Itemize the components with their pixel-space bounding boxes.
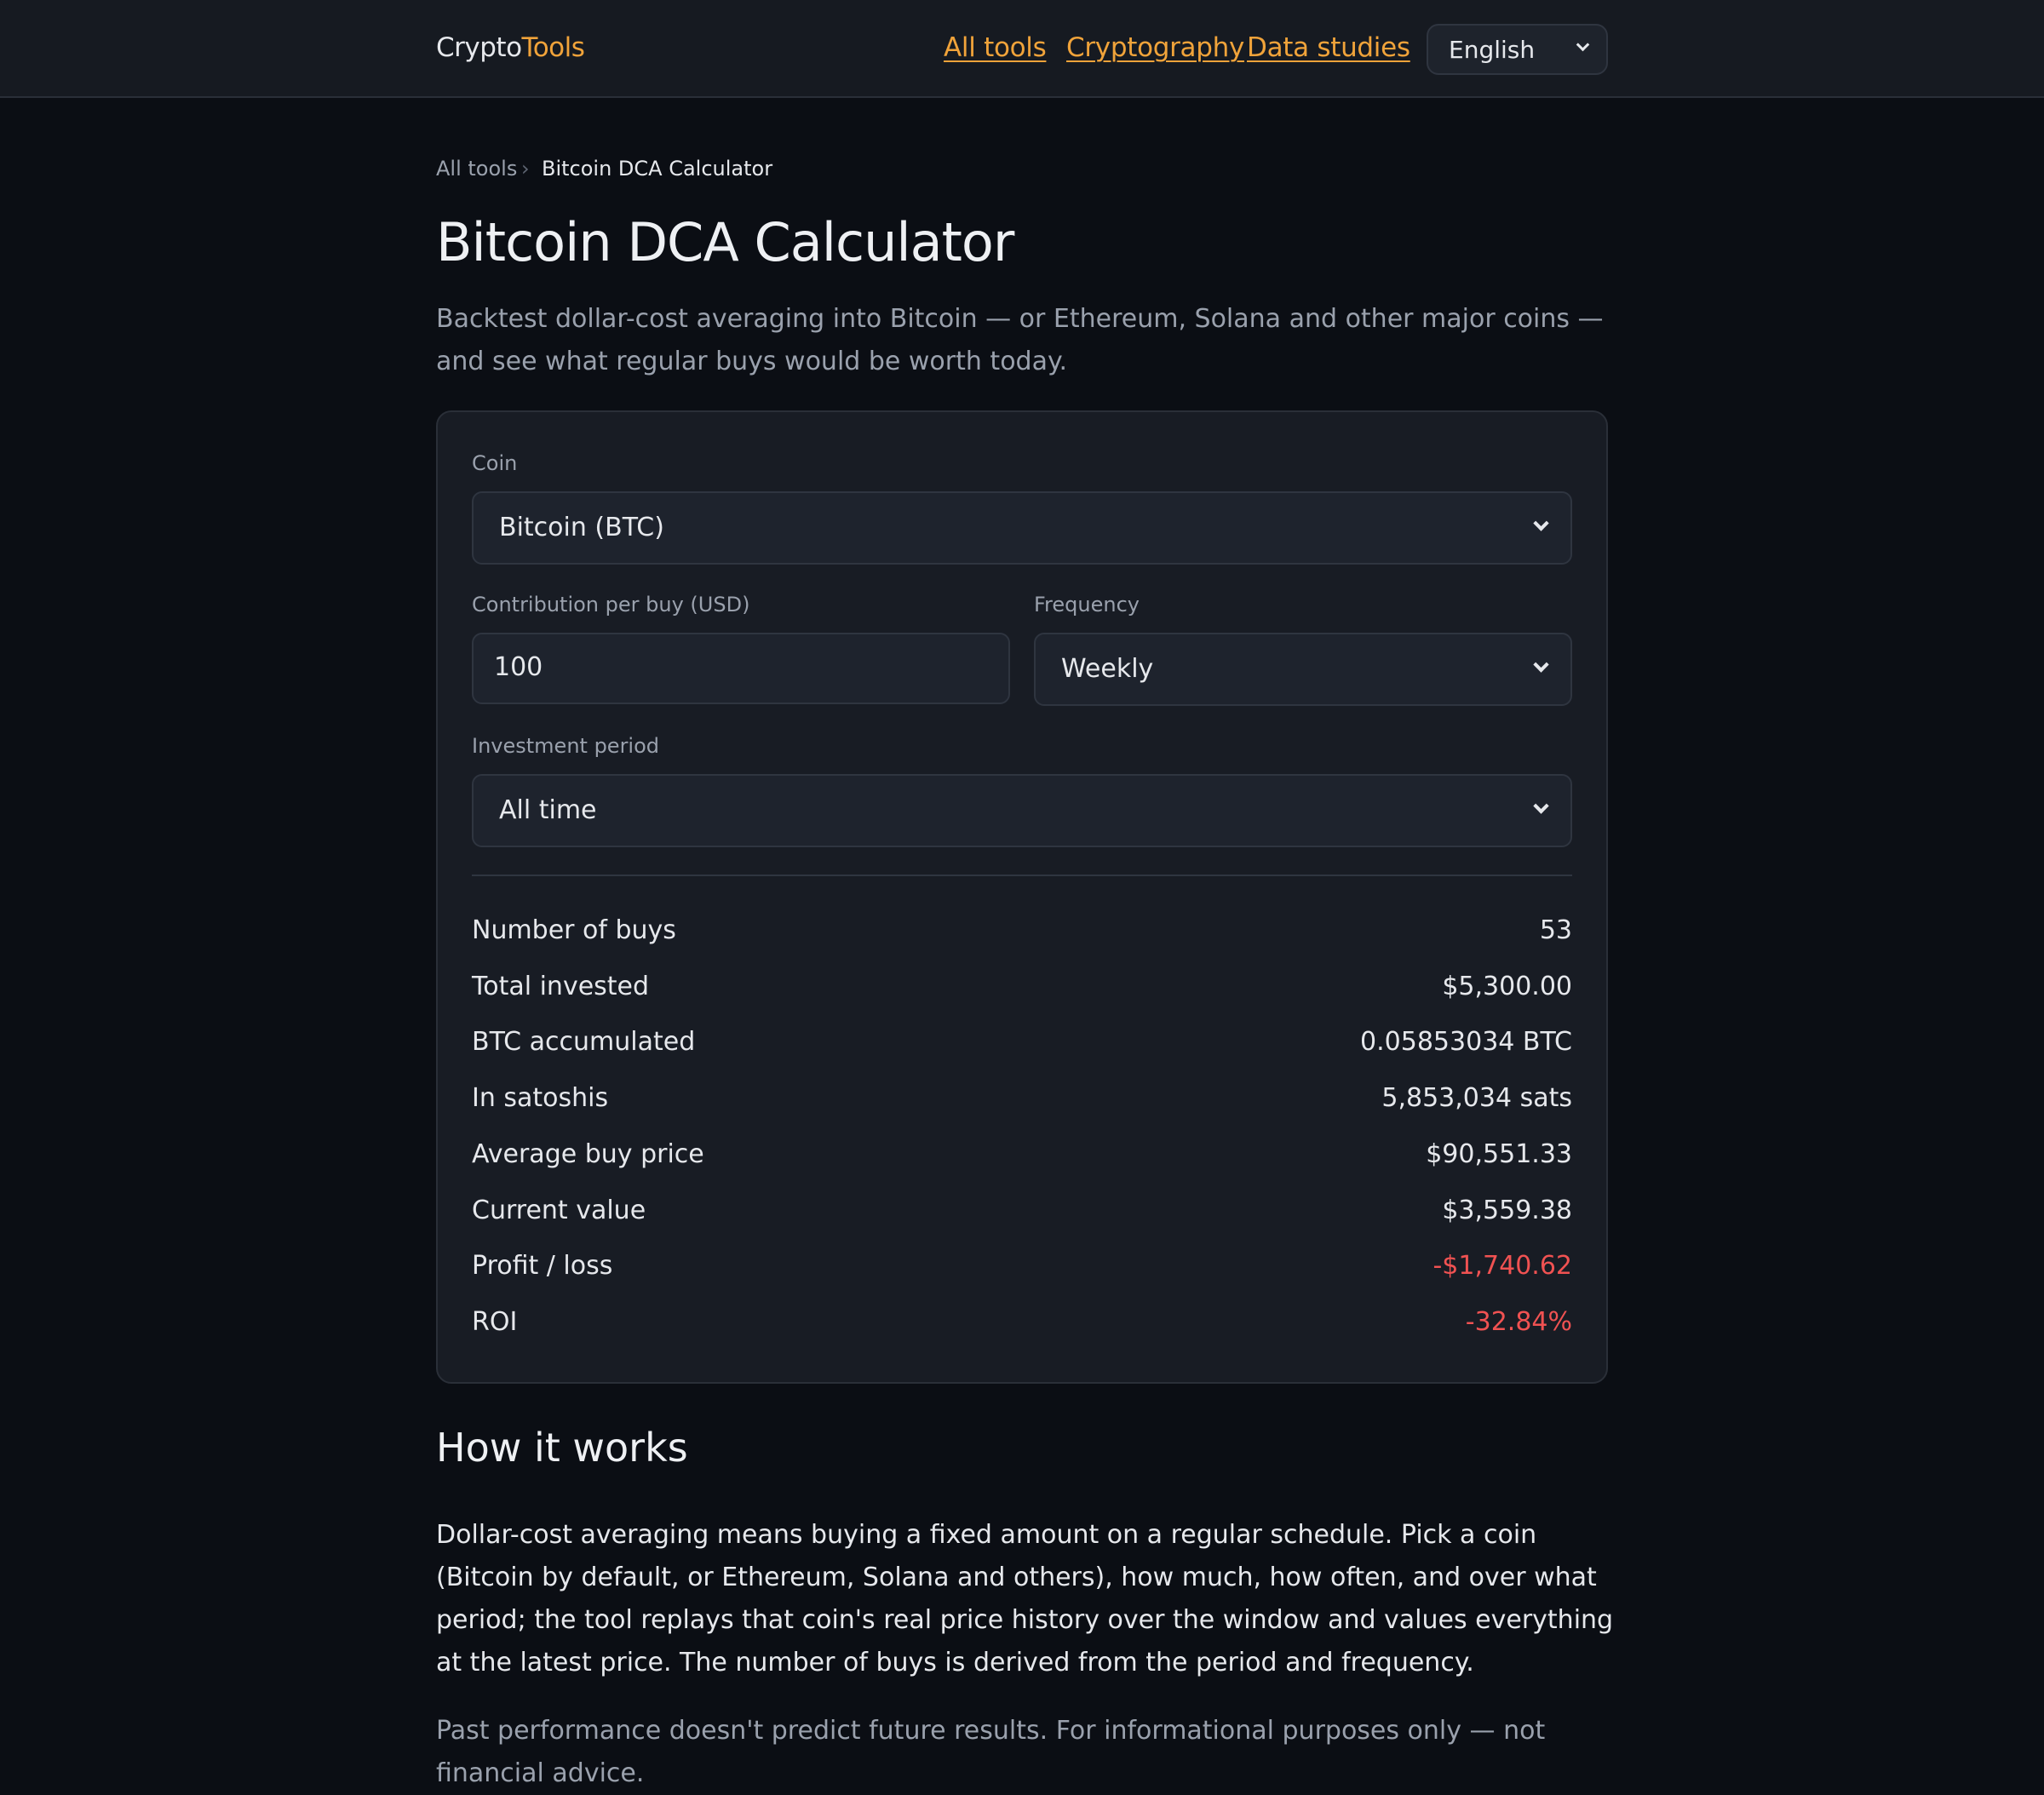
result-value: 0.05853034 BTC — [1360, 1027, 1572, 1057]
top-navbar: CryptoTools All tools Cryptography Data … — [0, 0, 2044, 98]
result-row: In satoshis 5,853,034 sats — [472, 1080, 1572, 1117]
period-select-value: All time — [499, 795, 597, 825]
result-row: Number of buys 53 — [472, 912, 1572, 949]
result-value: 5,853,034 sats — [1381, 1083, 1572, 1113]
frequency-select-value: Weekly — [1061, 654, 1154, 684]
result-value: $3,559.38 — [1442, 1196, 1572, 1225]
disclaimer-text: Past performance doesn't predict future … — [436, 1716, 1546, 1788]
result-label: Current value — [472, 1196, 646, 1225]
brand-text-tools: Tools — [521, 32, 585, 63]
coin-label: Coin — [472, 451, 518, 475]
calculator-card: Coin Bitcoin (BTC) Contribution per buy … — [436, 410, 1608, 1384]
result-value: -$1,740.62 — [1433, 1251, 1572, 1281]
result-value: -32.84% — [1465, 1307, 1572, 1337]
coin-select-value: Bitcoin (BTC) — [499, 513, 664, 542]
result-label: ROI — [472, 1307, 518, 1337]
page-title: Bitcoin DCA Calculator — [436, 211, 1014, 273]
frequency-label: Frequency — [1034, 593, 1140, 616]
chevron-down-icon — [1533, 515, 1549, 531]
result-row: ROI -32.84% — [472, 1304, 1572, 1341]
result-label: Average buy price — [472, 1139, 704, 1169]
result-row: Total invested $5,300.00 — [472, 968, 1572, 1006]
result-value: $90,551.33 — [1426, 1139, 1572, 1169]
chevron-down-icon — [1576, 37, 1590, 52]
breadcrumb-separator-icon: › — [521, 157, 530, 181]
nav-link-cryptography[interactable]: Cryptography — [1066, 31, 1244, 65]
how-it-works-heading: How it works — [436, 1425, 688, 1471]
language-select[interactable]: English — [1427, 24, 1608, 75]
result-label: Profit / loss — [472, 1251, 613, 1281]
period-label: Investment period — [472, 734, 660, 758]
result-row: BTC accumulated 0.05853034 BTC — [472, 1024, 1572, 1061]
breadcrumb-all-tools[interactable]: All tools — [436, 155, 517, 182]
results-divider — [472, 875, 1572, 876]
result-row: Average buy price $90,551.33 — [472, 1136, 1572, 1173]
result-row: Profit / loss -$1,740.62 — [472, 1247, 1572, 1285]
breadcrumb-current: Bitcoin DCA Calculator — [542, 157, 773, 181]
result-label: Number of buys — [472, 915, 676, 945]
result-label: In satoshis — [472, 1083, 609, 1113]
page-lead: Backtest dollar-cost averaging into Bitc… — [436, 304, 1604, 376]
result-row: Current value $3,559.38 — [472, 1192, 1572, 1230]
chevron-down-icon — [1533, 798, 1549, 814]
contribution-input[interactable]: 100 — [472, 633, 1010, 704]
nav-link-all-tools[interactable]: All tools — [944, 31, 1047, 65]
brand-text-crypto: Crypto — [436, 32, 522, 63]
result-value: 53 — [1539, 915, 1572, 945]
nav-link-data-studies[interactable]: Data studies — [1247, 31, 1410, 65]
period-select[interactable]: All time — [472, 774, 1572, 847]
frequency-select[interactable]: Weekly — [1034, 633, 1572, 706]
result-value: $5,300.00 — [1442, 972, 1572, 1001]
coin-select[interactable]: Bitcoin (BTC) — [472, 491, 1572, 565]
how-it-works-body: Dollar-cost averaging means buying a fix… — [436, 1520, 1614, 1677]
language-value: English — [1449, 36, 1536, 64]
contribution-input-value: 100 — [494, 652, 543, 682]
chevron-down-icon — [1533, 657, 1549, 673]
site-logo[interactable]: CryptoTools — [436, 31, 585, 65]
result-label: Total invested — [472, 972, 650, 1001]
result-label: BTC accumulated — [472, 1027, 696, 1057]
contribution-label: Contribution per buy (USD) — [472, 593, 750, 616]
